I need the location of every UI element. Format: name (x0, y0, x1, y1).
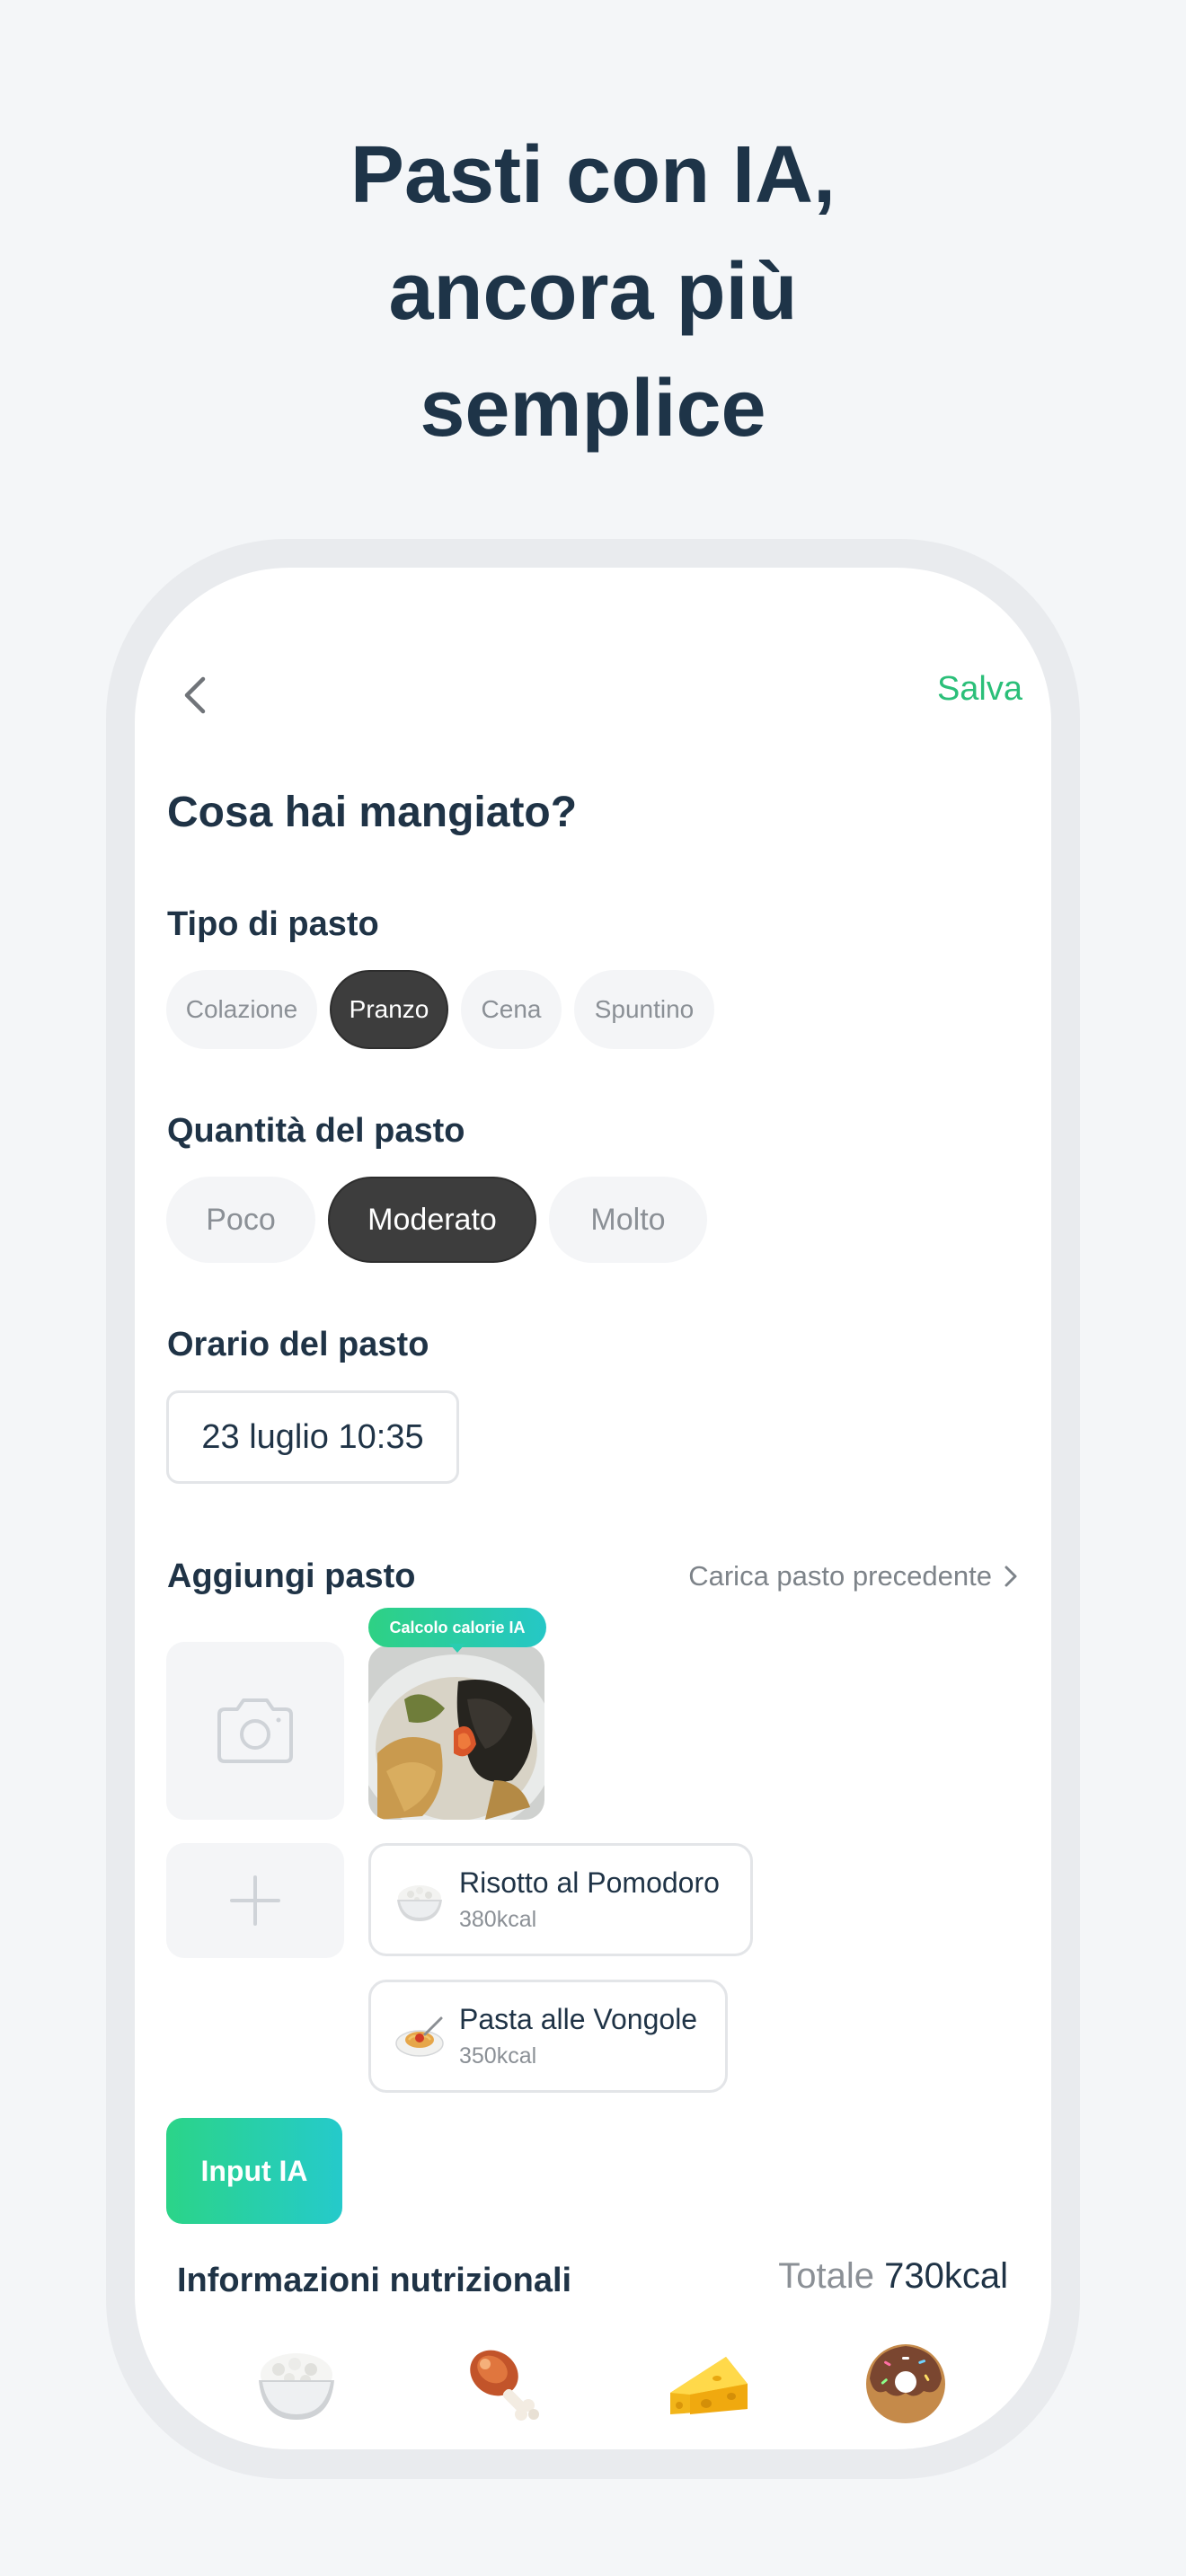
meal-photo[interactable] (368, 1645, 544, 1820)
back-button[interactable] (171, 668, 225, 722)
hero-title: Pasti con IA, ancora più semplice (0, 117, 1186, 467)
meal-photo-image (368, 1645, 544, 1820)
meal-time-picker[interactable]: 23 luglio 10:35 (166, 1390, 459, 1484)
meat-icon (470, 2350, 539, 2421)
camera-button[interactable] (166, 1642, 344, 1820)
total-value: 730kcal (884, 2256, 1008, 2296)
rice-icon (259, 2353, 334, 2420)
chip-poco[interactable]: Poco (166, 1177, 315, 1263)
ai-calorie-badge: Calcolo calorie IA (368, 1608, 546, 1647)
food-item-risotto[interactable]: Risotto al Pomodoro 380kcal (368, 1843, 753, 1956)
ai-badge-pointer (449, 1644, 465, 1653)
add-meal-label: Aggiungi pasto (167, 1557, 416, 1595)
chip-colazione[interactable]: Colazione (166, 970, 317, 1049)
food-item-name: Pasta alle Vongole (459, 2003, 698, 2035)
load-previous-meal-link[interactable]: Carica pasto precedente (688, 1560, 1021, 1592)
nutrition-info-label: Informazioni nutrizionali (177, 2262, 572, 2299)
food-item-kcal: 350kcal (459, 2043, 537, 2069)
chip-molto[interactable]: Molto (549, 1177, 707, 1263)
meal-time-label: Orario del pasto (167, 1326, 429, 1363)
chevron-left-icon (184, 676, 206, 714)
chip-pranzo[interactable]: Pranzo (330, 970, 448, 1049)
hero-line-2: ancora più (388, 247, 798, 337)
plus-icon (230, 1875, 280, 1926)
load-previous-label: Carica pasto precedente (688, 1560, 992, 1592)
chip-moderato[interactable]: Moderato (328, 1177, 536, 1263)
hero-line-3: semplice (420, 364, 766, 454)
chevron-right-icon (1005, 1566, 1017, 1587)
hero-line-1: Pasti con IA, (350, 130, 836, 220)
food-item-pasta[interactable]: Pasta alle Vongole 350kcal (368, 1980, 728, 2093)
meal-quantity-label: Quantità del pasto (167, 1112, 465, 1150)
add-item-button[interactable] (166, 1843, 344, 1958)
chip-cena[interactable]: Cena (461, 970, 562, 1049)
rice-bowl-icon (397, 1885, 442, 1921)
total-label: Totale (778, 2256, 874, 2296)
donut-icon (866, 2344, 945, 2423)
food-item-name: Risotto al Pomodoro (459, 1866, 720, 1899)
total-calories: Totale 730kcal (778, 2256, 1008, 2297)
meal-type-label: Tipo di pasto (167, 905, 379, 943)
chip-spuntino[interactable]: Spuntino (574, 970, 714, 1049)
page-title: Cosa hai mangiato? (167, 789, 578, 836)
save-button[interactable]: Salva (937, 670, 1022, 709)
camera-icon (217, 1698, 293, 1763)
cheese-icon (670, 2357, 748, 2414)
food-item-kcal: 380kcal (459, 1907, 537, 1932)
phone-screen: Salva Cosa hai mangiato? Tipo di pasto C… (135, 568, 1051, 2449)
ai-input-button[interactable]: Input IA (166, 2118, 342, 2224)
spaghetti-icon (395, 2016, 444, 2057)
